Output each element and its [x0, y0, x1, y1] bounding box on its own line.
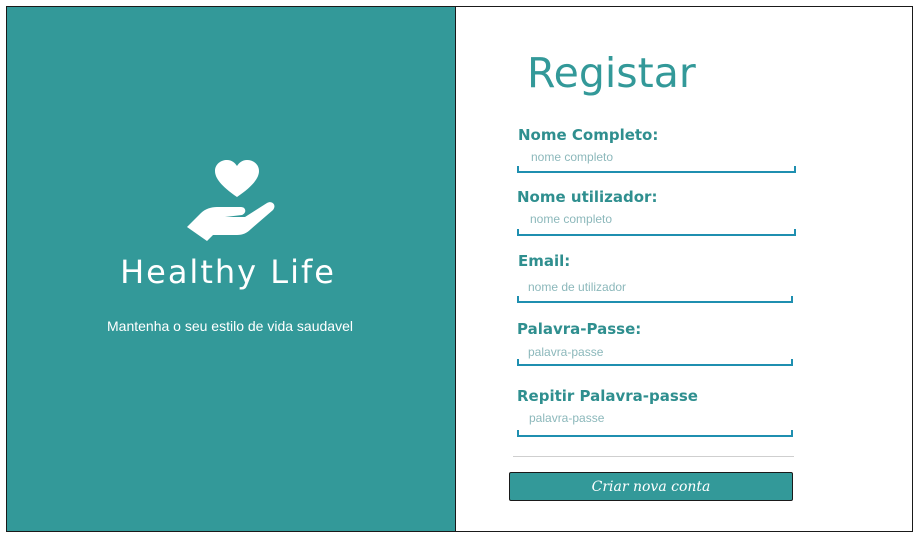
form-divider [513, 456, 794, 457]
username-underline [517, 229, 796, 236]
page-title: Registar [527, 49, 696, 97]
email-label: Email: [518, 252, 571, 270]
full-name-underline [517, 166, 796, 173]
brand-name: Healthy Life [120, 253, 336, 291]
repeat-password-underline [517, 430, 793, 437]
repeat-password-input[interactable] [529, 409, 784, 427]
heart-in-hand-icon [187, 160, 275, 241]
email-input[interactable] [528, 278, 783, 296]
email-underline [517, 296, 793, 303]
username-label: Nome utilizador: [517, 188, 658, 206]
username-input[interactable] [530, 210, 785, 228]
password-label: Palavra-Passe: [517, 320, 642, 338]
brand-panel: Healthy Life Mantenha o seu estilo de vi… [6, 6, 456, 532]
password-underline [517, 359, 793, 366]
full-name-label: Nome Completo: [518, 126, 659, 144]
repeat-password-label: Repitir Palavra-passe [517, 387, 698, 405]
create-account-button[interactable]: Criar nova conta [509, 472, 793, 501]
password-input[interactable] [528, 343, 783, 361]
brand-tagline: Mantenha o seu estilo de vida saudavel [107, 318, 353, 334]
full-name-input[interactable] [531, 148, 786, 166]
register-form: Registar Nome Completo: Nome utilizador:… [455, 6, 913, 532]
